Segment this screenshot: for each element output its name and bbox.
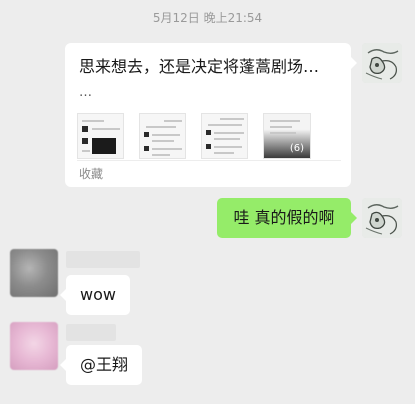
thumbnail-2: [139, 113, 186, 159]
card-separator: [77, 160, 341, 161]
more-images-count: (6): [289, 143, 304, 154]
incoming-message-bubble[interactable]: wow: [66, 275, 130, 315]
avatar[interactable]: [362, 198, 402, 238]
card-title: 思来想去，还是决定将蓬蒿剧场…: [79, 57, 320, 76]
chat-timestamp: 5月12日 晚上21:54: [152, 11, 263, 25]
card-ellipsis: …: [79, 85, 92, 100]
favorite-card-message[interactable]: 思来想去，还是决定将蓬蒿剧场… … (6) 收藏: [65, 43, 357, 187]
sender-name-placeholder: [66, 324, 116, 341]
sender-name-placeholder: [66, 251, 140, 268]
card-source-label: 收藏: [79, 167, 104, 181]
avatar[interactable]: [10, 322, 58, 370]
thumbnail-3: [201, 113, 248, 159]
avatar-sketch-icon: [362, 198, 402, 238]
outgoing-message-bubble[interactable]: 哇 真的假的啊: [217, 198, 351, 238]
avatar[interactable]: [10, 249, 58, 297]
incoming-message-bubble[interactable]: @王翔: [66, 345, 143, 385]
bubble-tail: [60, 359, 66, 371]
thumbnail-1: [77, 113, 124, 159]
avatar-sketch-icon: [362, 43, 402, 83]
bubble-tail: [351, 57, 357, 69]
thumbnail-4: (6): [263, 113, 311, 159]
card-thumbnails: (6): [77, 113, 343, 159]
bubble-tail: [351, 212, 357, 224]
avatar[interactable]: [362, 43, 402, 83]
bubble-tail: [60, 289, 66, 301]
